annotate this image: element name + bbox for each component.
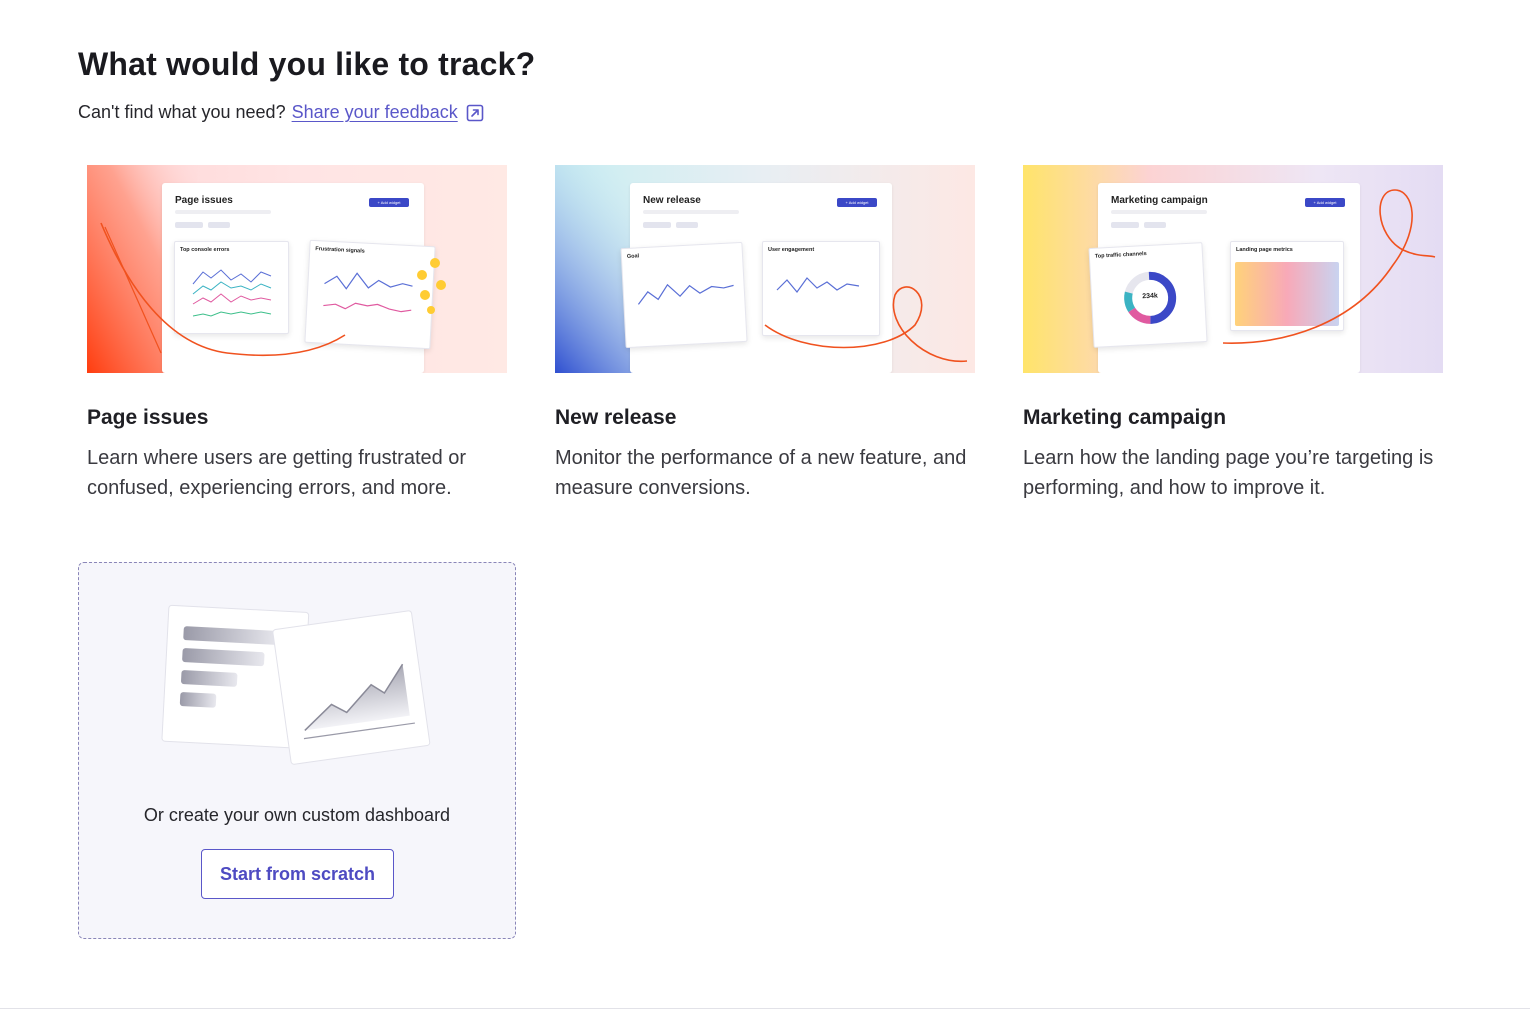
template-card-page-issues[interactable]: Page issues + Add widget Top console err… [87,165,507,503]
feedback-line: Can't find what you need? Share your fee… [78,102,484,123]
card-title: Page issues [87,406,209,429]
page-issues-preview: Page issues + Add widget Top console err… [87,165,507,373]
template-card-new-release[interactable]: New release + Add widget User engagement… [555,165,975,503]
squiggle-decoration [100,222,446,357]
card-description: Learn how the landing page you’re target… [1023,447,1434,499]
start-from-scratch-button[interactable]: Start from scratch [201,849,394,899]
card-description: Learn where users are getting frustrated… [87,447,467,499]
share-feedback-link[interactable]: Share your feedback [292,102,458,123]
page-title: What would you like to track? [78,46,536,82]
custom-dashboard-card: Or create your own custom dashboard Star… [78,562,516,939]
card-title: Marketing campaign [1023,406,1227,429]
card-description: Monitor the performance of a new feature… [555,447,967,499]
custom-dashboard-text: Or create your own custom dashboard [143,805,451,825]
bottom-divider [0,1008,1530,1009]
template-card-marketing-campaign[interactable]: Marketing campaign + Add widget Landing … [1023,165,1443,503]
squiggle-decoration [1222,189,1436,344]
external-link-icon[interactable] [466,104,484,122]
feedback-prompt: Can't find what you need? [78,102,286,122]
marketing-campaign-preview: Marketing campaign + Add widget Landing … [1023,165,1443,373]
new-release-preview: New release + Add widget User engagement… [555,165,975,373]
card-title: New release [555,406,677,429]
custom-dashboard-illustration [161,604,431,765]
squiggle-decoration [764,286,968,362]
